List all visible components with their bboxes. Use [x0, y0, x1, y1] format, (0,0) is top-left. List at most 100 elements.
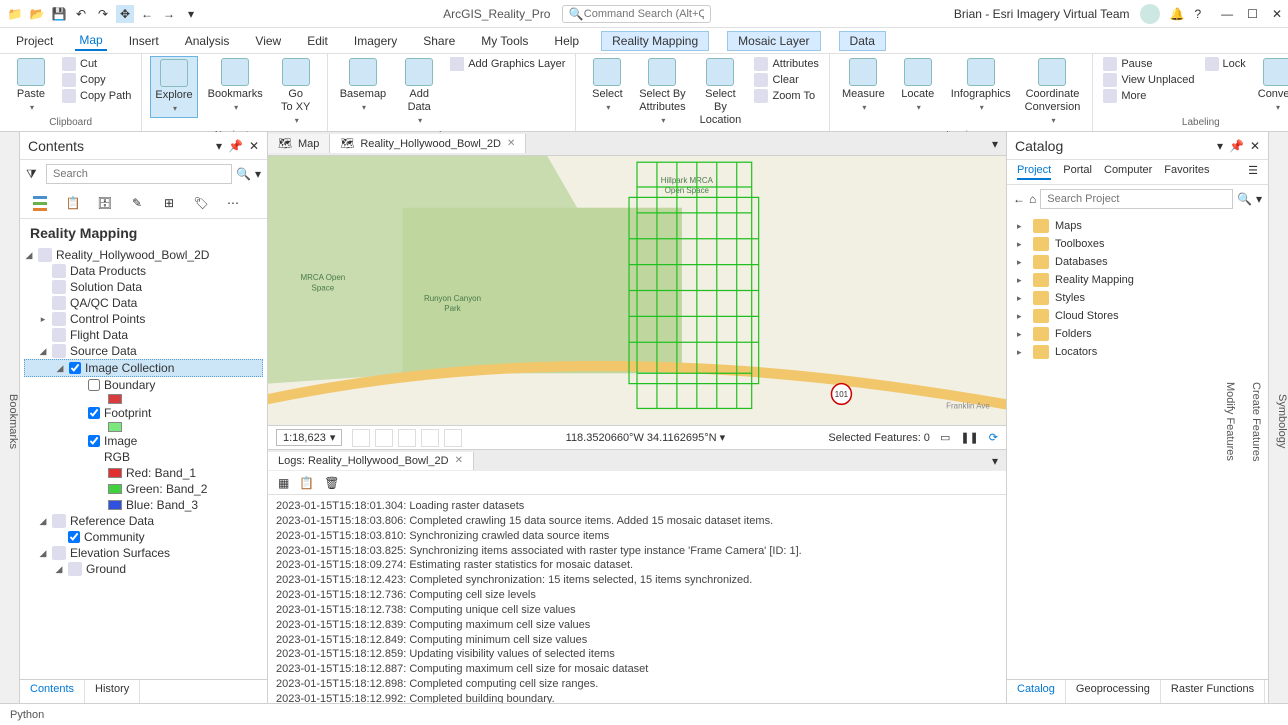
- search-icon[interactable]: 🔍: [236, 167, 251, 181]
- tree-item-image[interactable]: Image: [24, 433, 263, 449]
- menu-view[interactable]: View: [251, 32, 285, 50]
- tree-root[interactable]: ◢Reality_Hollywood_Bowl_2D: [24, 247, 263, 263]
- menu-help[interactable]: Help: [550, 32, 583, 50]
- snapping-icon[interactable]: [375, 429, 393, 447]
- command-search[interactable]: 🔍: [562, 5, 711, 23]
- tree-item-flight-data[interactable]: Flight Data: [24, 327, 263, 343]
- rail-symbology[interactable]: Symbology: [1276, 394, 1288, 448]
- minimize-icon[interactable]: —: [1221, 7, 1233, 21]
- user-label[interactable]: Brian - Esri Imagery Virtual Team: [954, 7, 1130, 21]
- redo-icon[interactable]: ↷: [94, 5, 112, 23]
- catalog-close-icon[interactable]: ✕: [1250, 139, 1260, 153]
- menu-project[interactable]: Project: [12, 32, 57, 50]
- logs-options-icon[interactable]: ▾: [992, 454, 1006, 468]
- maximize-icon[interactable]: ☐: [1247, 7, 1258, 21]
- list-by-editing-icon[interactable]: ✎: [126, 192, 148, 214]
- customize-qat-icon[interactable]: ▾: [182, 5, 200, 23]
- copy-path-button[interactable]: Copy Path: [60, 88, 133, 104]
- catalog-back-icon[interactable]: ←: [1013, 192, 1025, 206]
- open-project-icon[interactable]: 📂: [28, 5, 46, 23]
- close-tab-icon[interactable]: ✕: [507, 138, 515, 149]
- help-icon[interactable]: ?: [1194, 7, 1201, 21]
- menu-reality-mapping[interactable]: Reality Mapping: [601, 31, 709, 51]
- catalog-home-icon[interactable]: ⌂: [1029, 192, 1036, 206]
- menu-insert[interactable]: Insert: [125, 32, 163, 50]
- tree-item-green-band_2[interactable]: Green: Band_2: [24, 481, 263, 497]
- logs-body[interactable]: 2023-01-15T15:18:01.304: Loading raster …: [268, 495, 1006, 703]
- catalog-item-databases[interactable]: ▸Databases: [1013, 253, 1262, 271]
- tree-item-footprint[interactable]: Footprint: [24, 405, 263, 421]
- cut-button[interactable]: Cut: [60, 56, 133, 72]
- menu-data[interactable]: Data: [839, 31, 886, 51]
- catalog-options-icon[interactable]: ▾: [1217, 139, 1223, 153]
- contents-search-input[interactable]: [46, 164, 232, 184]
- rail-bookmarks[interactable]: Bookmarks: [7, 394, 19, 449]
- infographics-button[interactable]: Infographics: [947, 56, 1015, 116]
- catalog-item-maps[interactable]: ▸Maps: [1013, 217, 1262, 235]
- save-icon[interactable]: 💾: [50, 5, 68, 23]
- notifications-icon[interactable]: 🔔: [1170, 7, 1185, 21]
- catalog-search-icon[interactable]: 🔍: [1237, 192, 1252, 206]
- tab-history[interactable]: History: [85, 680, 140, 703]
- avatar-icon[interactable]: [1140, 4, 1160, 24]
- tree-item-red-band_1[interactable]: Red: Band_1: [24, 465, 263, 481]
- undo-icon[interactable]: ↶: [72, 5, 90, 23]
- catalog-search-options-icon[interactable]: ▾: [1256, 192, 1262, 206]
- explore-button[interactable]: Explore: [150, 56, 197, 118]
- select-by-attributes-button[interactable]: Select ByAttributes: [636, 56, 688, 130]
- list-by-snapping-icon[interactable]: ⊞: [158, 192, 180, 214]
- constraints-icon[interactable]: [398, 429, 416, 447]
- tree-item-ground[interactable]: ◢Ground: [24, 561, 263, 577]
- search-options-icon[interactable]: ▾: [255, 167, 261, 181]
- catalog-item-folders[interactable]: ▸Folders: [1013, 325, 1262, 343]
- new-project-icon[interactable]: 📁: [6, 5, 24, 23]
- catalog-item-locators[interactable]: ▸Locators: [1013, 343, 1262, 361]
- catalog-item-reality-mapping[interactable]: ▸Reality Mapping: [1013, 271, 1262, 289]
- command-search-input[interactable]: [584, 8, 704, 20]
- corrections-icon[interactable]: [421, 429, 439, 447]
- list-by-source-icon[interactable]: 📋: [62, 192, 84, 214]
- catalog-tab-favorites[interactable]: Favorites: [1164, 164, 1209, 180]
- add-data-button[interactable]: AddData: [396, 56, 442, 130]
- close-logs-tab-icon[interactable]: ✕: [455, 455, 463, 466]
- coordinates-label[interactable]: 118.3520660°W 34.1162695°N ▾: [472, 431, 818, 444]
- menu-analysis[interactable]: Analysis: [181, 32, 234, 50]
- tree-item-source-data[interactable]: ◢Source Data: [24, 343, 263, 359]
- bottom-tab-raster-functions[interactable]: Raster Functions: [1161, 680, 1265, 703]
- menu-imagery[interactable]: Imagery: [350, 32, 401, 50]
- forward-icon[interactable]: →: [160, 5, 178, 23]
- coordinate-conversion-button[interactable]: CoordinateConversion: [1021, 56, 1085, 130]
- tree-item-rgb[interactable]: RGB: [24, 449, 263, 465]
- view-unplaced-button[interactable]: View Unplaced: [1101, 72, 1196, 88]
- bottom-tab-geoprocessing[interactable]: Geoprocessing: [1066, 680, 1161, 703]
- lock-button[interactable]: Lock: [1203, 56, 1248, 72]
- grid-icon[interactable]: [352, 429, 370, 447]
- dynamic-icon[interactable]: [444, 429, 462, 447]
- add-graphics-layer-button[interactable]: Add Graphics Layer: [448, 56, 567, 72]
- basemap-button[interactable]: Basemap: [336, 56, 390, 116]
- bookmarks-button[interactable]: Bookmarks: [204, 56, 267, 116]
- rail-create-features[interactable]: Create Features: [1250, 382, 1262, 461]
- tree-item-boundary[interactable]: Boundary: [24, 377, 263, 393]
- tree-item-elevation-surfaces[interactable]: ◢Elevation Surfaces: [24, 545, 263, 561]
- selected-features-label[interactable]: Selected Features: 0: [828, 432, 930, 444]
- catalog-item-toolboxes[interactable]: ▸Toolboxes: [1013, 235, 1262, 253]
- bottom-tab-catalog[interactable]: Catalog: [1007, 680, 1066, 703]
- map-tabs-options-icon[interactable]: ▾: [992, 137, 1006, 151]
- measure-button[interactable]: Measure: [838, 56, 889, 116]
- tree-item-data-products[interactable]: Data Products: [24, 263, 263, 279]
- select-button[interactable]: Select: [584, 56, 630, 116]
- back-icon[interactable]: ←: [138, 5, 156, 23]
- tree-item-qa/qc-data[interactable]: QA/QC Data: [24, 295, 263, 311]
- explore-qat-icon[interactable]: ✥: [116, 5, 134, 23]
- tree-item-control-points[interactable]: ▸Control Points: [24, 311, 263, 327]
- tab-contents[interactable]: Contents: [20, 680, 85, 703]
- selection-chip-icon[interactable]: ▭: [940, 431, 950, 444]
- scale-input[interactable]: 1:18,623 ▾: [276, 429, 342, 446]
- tree-item-solution-data[interactable]: Solution Data: [24, 279, 263, 295]
- menu-edit[interactable]: Edit: [303, 32, 332, 50]
- python-label[interactable]: Python: [10, 709, 44, 721]
- map-view[interactable]: 101 Hillpark MRCA Open Space MRCA Open S…: [268, 156, 1006, 425]
- go-to-xy-button[interactable]: GoTo XY: [273, 56, 319, 130]
- attributes-button[interactable]: Attributes: [752, 56, 820, 72]
